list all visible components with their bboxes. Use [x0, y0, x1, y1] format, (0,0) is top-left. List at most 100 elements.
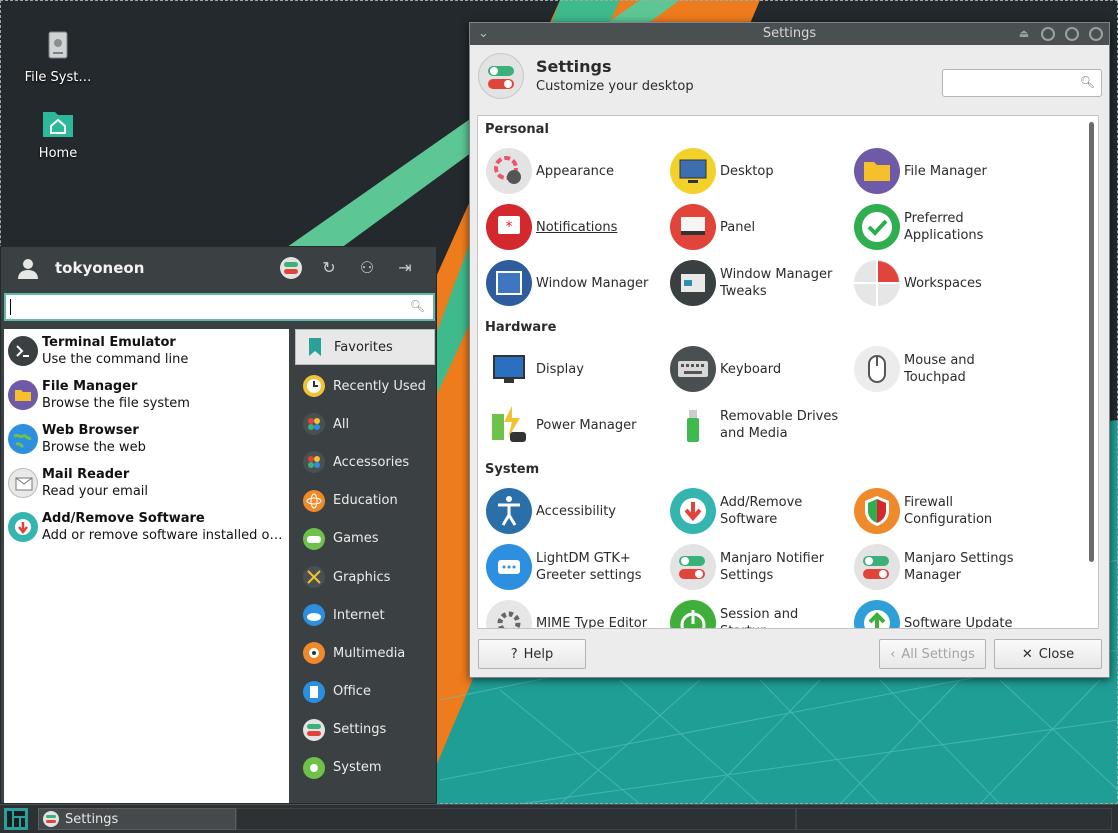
category-multimedia[interactable]: Multimedia: [295, 634, 435, 672]
maximize-button[interactable]: [1065, 27, 1079, 41]
desktop-icon: [670, 148, 716, 194]
settings-item-preferred-applications[interactable]: Preferred Applications: [854, 202, 1034, 252]
list-item-file-manager[interactable]: File Manager Browse the file system: [4, 373, 289, 417]
settings-item-add-remove-software[interactable]: Add/Remove Software: [670, 486, 850, 536]
document-icon: [303, 680, 325, 703]
settings-item-removable-drives[interactable]: Removable Drives and Media: [670, 400, 850, 450]
settings-item-notifications[interactable]: * Notifications: [486, 202, 666, 252]
item-label: Appearance: [536, 163, 615, 179]
minimize-button[interactable]: [1041, 27, 1055, 41]
category-internet[interactable]: Internet: [295, 596, 435, 634]
item-label: Notifications: [536, 219, 618, 235]
taskbar-task-settings[interactable]: Settings: [38, 808, 236, 830]
settings-item-power-manager[interactable]: Power Manager: [486, 400, 666, 450]
window-menu-icon[interactable]: ⌄: [478, 23, 489, 45]
menu-search-input[interactable]: 🔍︎: [4, 293, 435, 321]
desktop-item-label: Home: [38, 146, 78, 161]
list-item-terminal[interactable]: Terminal Emulator Use the command line: [4, 329, 289, 373]
category-games[interactable]: Games: [295, 520, 435, 558]
list-item-web-browser[interactable]: Web Browser Browse the web: [4, 417, 289, 461]
settings-item-lightdm[interactable]: LightDM GTK+ Greeter settings: [486, 542, 666, 592]
username: tokyoneon: [55, 259, 145, 277]
settings-item-window-manager[interactable]: Window Manager: [486, 258, 666, 308]
speaker-icon: [303, 642, 325, 665]
item-label: Panel: [720, 219, 756, 235]
category-all[interactable]: All: [295, 405, 435, 443]
settings-item-appearance[interactable]: Appearance: [486, 146, 666, 196]
help-button[interactable]: ? Help: [478, 639, 586, 669]
update-icon: [854, 600, 900, 628]
category-graphics[interactable]: Graphics: [295, 558, 435, 596]
settings-item-grid: Personal Appearance Desktop File Manager…: [477, 115, 1099, 629]
logout-icon[interactable]: ⇥: [394, 257, 416, 279]
clock-icon: [303, 375, 325, 398]
category-system[interactable]: System: [295, 749, 435, 787]
settings-item-mouse[interactable]: Mouse and Touchpad: [854, 344, 1034, 394]
settings-item-session-startup[interactable]: Session and Startup: [670, 598, 850, 628]
graphics-icon: [303, 566, 325, 589]
item-label: Keyboard: [720, 361, 782, 377]
settings-item-firewall[interactable]: Firewall Configuration: [854, 486, 1034, 536]
battery-icon: [486, 402, 532, 448]
settings-item-workspaces[interactable]: Workspaces: [854, 258, 1034, 308]
settings-item-desktop[interactable]: Desktop: [670, 146, 850, 196]
settings-item-display[interactable]: Display: [486, 344, 666, 394]
list-item-add-remove-software[interactable]: Add/Remove Software Add or remove softwa…: [4, 505, 289, 549]
desktop-item-filesystem[interactable]: File Syst…: [13, 30, 103, 85]
accessibility-icon: [486, 488, 532, 534]
lock-screen-icon[interactable]: ↻: [318, 257, 340, 279]
app-description: Browse the file system: [42, 396, 190, 411]
category-label: Games: [333, 531, 379, 547]
menu-header: tokyoneon ↻ ⚇ ⇥: [1, 247, 436, 291]
settings-search-input[interactable]: 🔍︎: [942, 69, 1102, 97]
settings-item-accessibility[interactable]: Accessibility: [486, 486, 666, 536]
item-label: Window Manager Tweaks: [720, 267, 833, 299]
item-label: Software Update: [904, 615, 1013, 629]
category-settings[interactable]: Settings: [295, 711, 435, 749]
folder-icon: [8, 380, 38, 410]
item-label: Window Manager: [536, 275, 649, 291]
list-item-mail-reader[interactable]: Mail Reader Read your email: [4, 461, 289, 505]
settings-window: ⌄ Settings ⏏ Settings Customize your des…: [469, 22, 1110, 678]
switch-user-icon[interactable]: ⚇: [356, 257, 378, 279]
scrollbar[interactable]: [1089, 122, 1094, 562]
window-titlebar[interactable]: ⌄ Settings ⏏: [470, 23, 1109, 45]
category-label: System: [333, 760, 382, 776]
settings-item-manjaro-settings-manager[interactable]: Manjaro Settings Manager: [854, 542, 1034, 592]
settings-manager-icon[interactable]: [280, 257, 302, 279]
item-label: LightDM GTK+ Greeter settings: [536, 551, 642, 583]
close-icon: ✕: [1021, 646, 1033, 662]
settings-item-software-update[interactable]: Software Update: [854, 598, 1034, 629]
close-window-button[interactable]: [1089, 27, 1103, 41]
manjaro-logo-icon[interactable]: [4, 808, 28, 830]
taskbar-empty-area: [796, 808, 1112, 830]
category-label: Recently Used: [333, 378, 426, 394]
help-icon: ?: [510, 646, 518, 662]
notification-icon: *: [486, 204, 532, 250]
settings-toggle-icon: [478, 53, 524, 99]
item-label: Accessibility: [536, 503, 616, 519]
settings-item-panel[interactable]: Panel: [670, 202, 850, 252]
shade-icon[interactable]: ⏏: [1017, 23, 1031, 40]
display-icon: [486, 346, 532, 392]
checkmark-icon: [854, 204, 900, 250]
item-label: Manjaro Notifier Settings: [720, 551, 825, 583]
settings-item-file-manager[interactable]: File Manager: [854, 146, 1034, 196]
all-settings-button[interactable]: ‹ All Settings: [879, 639, 986, 669]
close-button[interactable]: ✕ Close: [994, 639, 1102, 669]
settings-item-mime-type-editor[interactable]: MIME Type Editor: [486, 598, 666, 629]
page-subtitle: Customize your desktop: [536, 79, 694, 94]
item-label: MIME Type Editor: [536, 615, 648, 629]
category-favorites[interactable]: Favorites: [295, 329, 435, 365]
settings-item-manjaro-notifier[interactable]: Manjaro Notifier Settings: [670, 542, 850, 592]
settings-item-keyboard[interactable]: Keyboard: [670, 344, 850, 394]
category-label: Multimedia: [333, 645, 406, 661]
category-office[interactable]: Office: [295, 673, 435, 711]
settings-item-window-manager-tweaks[interactable]: Window Manager Tweaks: [670, 258, 850, 308]
category-recently-used[interactable]: Recently Used: [295, 367, 435, 405]
help-label: Help: [523, 646, 554, 662]
atom-icon: [303, 489, 325, 512]
category-education[interactable]: Education: [295, 482, 435, 520]
category-accessories[interactable]: Accessories: [295, 443, 435, 481]
desktop-item-home[interactable]: Home: [13, 106, 103, 161]
